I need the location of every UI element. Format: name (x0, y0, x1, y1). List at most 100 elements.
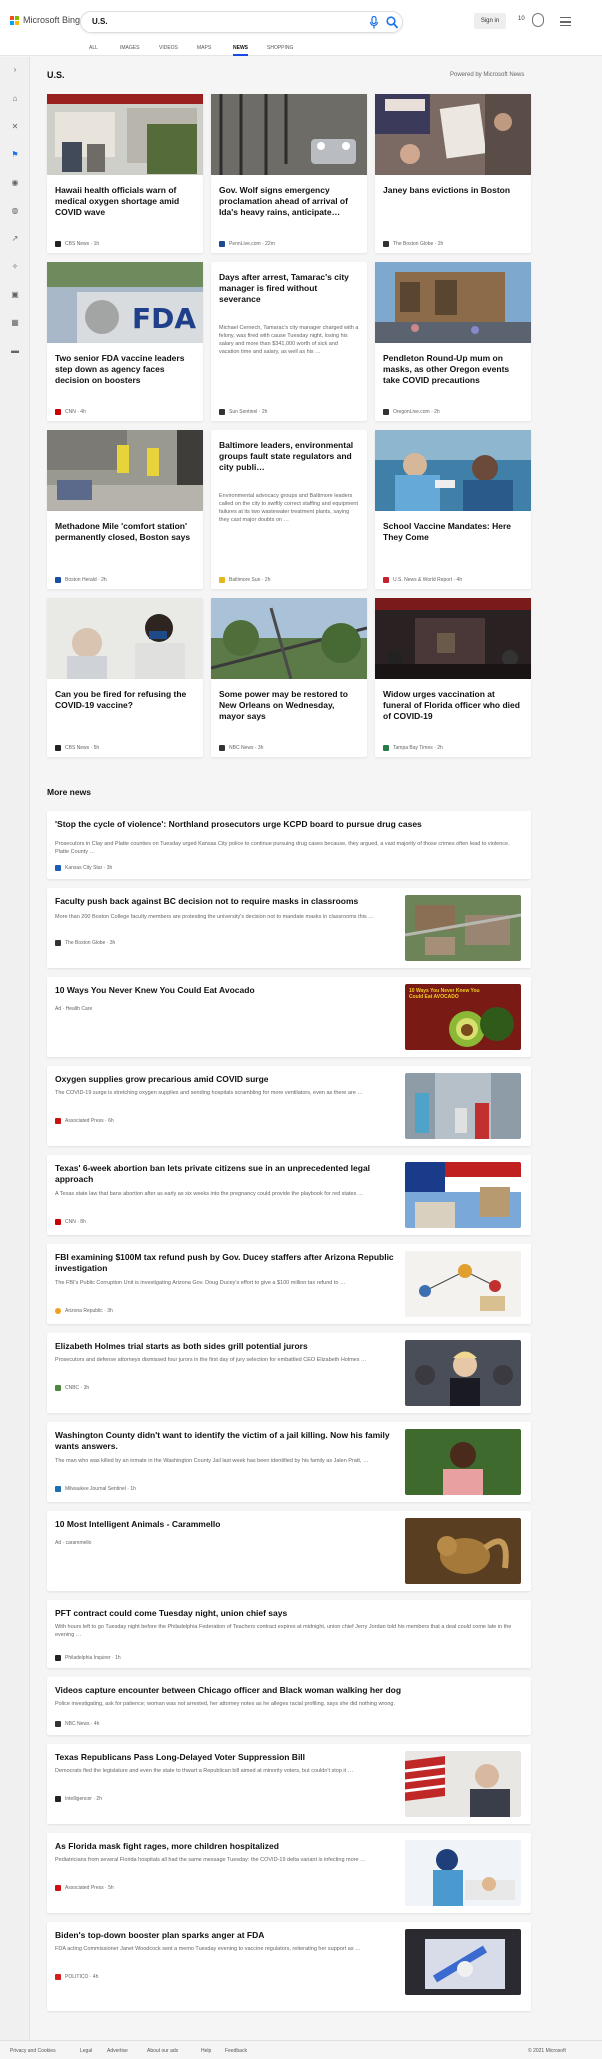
more-news-item[interactable]: Texas Republicans Pass Long-Delayed Vote… (47, 1744, 531, 1824)
item-title[interactable]: Biden's top-down booster plan sparks ang… (55, 1930, 395, 1941)
more-news-item-ad[interactable]: 10 Ways You Never Knew You Could Eat Avo… (47, 977, 531, 1057)
news-card-image[interactable] (211, 598, 367, 679)
item-source: Health Care (65, 1006, 93, 1012)
wallet-icon[interactable]: ▬ (10, 346, 20, 356)
news-card-text[interactable]: Baltimore leaders, environmental groups … (211, 430, 367, 589)
mic-icon[interactable] (369, 16, 379, 29)
flag-icon[interactable]: ⚑ (10, 150, 20, 160)
card-title[interactable]: Two senior FDA vaccine leaders step down… (55, 353, 195, 386)
footer-link-legal[interactable]: Legal (80, 2048, 92, 2054)
science-icon[interactable]: ✧ (10, 262, 20, 272)
card-title[interactable]: Days after arrest, Tamarac's city manage… (219, 272, 359, 305)
card-title[interactable]: School Vaccine Mandates: Here They Come (383, 521, 523, 543)
news-card-text[interactable]: Days after arrest, Tamarac's city manage… (211, 262, 367, 421)
item-title[interactable]: As Florida mask fight rages, more childr… (55, 1841, 395, 1852)
sign-in-button[interactable]: Sign in (474, 13, 506, 29)
more-news-item-ad[interactable]: 10 Most Intelligent Animals - Carammello… (47, 1511, 531, 1591)
footer-link-about-ads[interactable]: About our ads (147, 2048, 178, 2054)
footer-link-privacy[interactable]: Privacy and Cookies (10, 2048, 56, 2054)
item-title[interactable]: Washington County didn't want to identif… (55, 1430, 395, 1452)
news-card-image[interactable] (375, 262, 531, 343)
more-news-item[interactable]: Videos capture encounter between Chicago… (47, 1677, 531, 1735)
item-title[interactable]: Videos capture encounter between Chicago… (55, 1685, 515, 1696)
video-icon[interactable]: ▣ (10, 290, 20, 300)
sports-icon[interactable]: ✕ (10, 122, 20, 132)
footer-link-feedback[interactable]: Feedback (225, 2048, 247, 2054)
more-news-item[interactable]: Faculty push back against BC decision no… (47, 888, 531, 968)
card-title[interactable]: Widow urges vaccination at funeral of Fl… (383, 689, 523, 722)
card-title[interactable]: Methadone Mile 'comfort station' permane… (55, 521, 195, 543)
item-title[interactable]: 10 Ways You Never Knew You Could Eat Avo… (55, 985, 395, 996)
more-news-item[interactable]: Elizabeth Holmes trial starts as both si… (47, 1333, 531, 1413)
source-logo-icon (219, 745, 225, 751)
tab-shopping[interactable]: SHOPPING (267, 45, 293, 51)
tab-images[interactable]: IMAGES (120, 45, 139, 51)
news-card-image[interactable] (47, 94, 203, 175)
trending-icon[interactable]: ↗ (10, 234, 20, 244)
more-news-item[interactable]: Texas' 6-week abortion ban lets private … (47, 1155, 531, 1235)
more-news-item[interactable]: Biden's top-down booster plan sparks ang… (47, 1922, 531, 2011)
more-news-item[interactable]: Washington County didn't want to identif… (47, 1422, 531, 1502)
news-card-image[interactable]: FDA (47, 262, 203, 343)
card-title[interactable]: Baltimore leaders, environmental groups … (219, 440, 359, 473)
card-title[interactable]: Can you be fired for refusing the COVID-… (55, 689, 195, 711)
more-news-item[interactable]: PFT contract could come Tuesday night, u… (47, 1600, 531, 1668)
news-card[interactable]: Can you be fired for refusing the COVID-… (47, 679, 203, 757)
news-card-image[interactable] (375, 598, 531, 679)
item-title[interactable]: Texas Republicans Pass Long-Delayed Vote… (55, 1752, 395, 1763)
card-time: 2h (434, 409, 440, 415)
article-image (375, 598, 531, 679)
item-title[interactable]: 10 Most Intelligent Animals - Carammello (55, 1519, 395, 1530)
more-news-item[interactable]: FBI examining $100M tax refund push by G… (47, 1244, 531, 1324)
item-title[interactable]: Elizabeth Holmes trial starts as both si… (55, 1341, 395, 1352)
money-icon[interactable]: ▦ (10, 318, 20, 328)
world-icon[interactable]: ◍ (10, 206, 20, 216)
sidebar: › ⌂ ✕ ⚑ ◉ ◍ ↗ ✧ ▣ ▦ ▬ (0, 57, 30, 2059)
item-title[interactable]: 'Stop the cycle of violence': Northland … (55, 819, 515, 830)
menu-icon[interactable] (560, 17, 571, 26)
card-title[interactable]: Pendleton Round-Up mum on masks, as othe… (383, 353, 523, 386)
card-title[interactable]: Some power may be restored to New Orlean… (219, 689, 359, 722)
news-card[interactable]: Methadone Mile 'comfort station' permane… (47, 511, 203, 589)
location-icon[interactable]: ◉ (10, 178, 20, 188)
source-logo-icon (55, 1974, 61, 1980)
news-card-image[interactable] (375, 94, 531, 175)
news-card[interactable]: School Vaccine Mandates: Here They Come … (375, 511, 531, 589)
news-card[interactable]: Hawaii health officials warn of medical … (47, 175, 203, 253)
tab-maps[interactable]: MAPS (197, 45, 211, 51)
home-icon[interactable]: ⌂ (10, 94, 20, 104)
tab-all[interactable]: ALL (89, 45, 98, 51)
search-input[interactable]: U.S. (92, 17, 108, 26)
more-news-item[interactable]: As Florida mask fight rages, more childr… (47, 1833, 531, 1913)
item-title[interactable]: Texas' 6-week abortion ban lets private … (55, 1163, 395, 1185)
card-title[interactable]: Janey bans evictions in Boston (383, 185, 523, 196)
more-news-item[interactable]: 'Stop the cycle of violence': Northland … (47, 811, 531, 879)
rewards-trophy-icon[interactable] (532, 13, 544, 27)
item-title[interactable]: Oxygen supplies grow precarious amid COV… (55, 1074, 395, 1085)
card-title[interactable]: Gov. Wolf signs emergency proclamation a… (219, 185, 359, 218)
expand-icon[interactable]: › (10, 65, 20, 75)
footer-link-help[interactable]: Help (201, 2048, 211, 2054)
bing-logo[interactable]: Microsoft Bing (10, 15, 80, 25)
news-card[interactable]: Janey bans evictions in Boston The Bosto… (375, 175, 531, 253)
item-title[interactable]: Faculty push back against BC decision no… (55, 896, 395, 907)
footer-link-advertise[interactable]: Advertise (107, 2048, 128, 2054)
news-card[interactable]: Two senior FDA vaccine leaders step down… (47, 343, 203, 421)
card-title[interactable]: Hawaii health officials warn of medical … (55, 185, 195, 218)
news-card-image[interactable] (375, 430, 531, 511)
tab-news[interactable]: NEWS (233, 45, 248, 51)
item-title[interactable]: FBI examining $100M tax refund push by G… (55, 1252, 395, 1274)
more-news-item[interactable]: Oxygen supplies grow precarious amid COV… (47, 1066, 531, 1146)
news-card-image[interactable] (47, 430, 203, 511)
news-card-image[interactable] (211, 94, 367, 175)
news-card[interactable]: Widow urges vaccination at funeral of Fl… (375, 679, 531, 757)
item-title[interactable]: PFT contract could come Tuesday night, u… (55, 1608, 515, 1619)
news-card[interactable]: Gov. Wolf signs emergency proclamation a… (211, 175, 367, 253)
news-card-image[interactable] (47, 598, 203, 679)
tab-videos[interactable]: VIDEOS (159, 45, 178, 51)
search-icon[interactable] (386, 16, 398, 29)
rewards-count[interactable]: 10 (518, 16, 525, 22)
news-card[interactable]: Some power may be restored to New Orlean… (211, 679, 367, 757)
news-card[interactable]: Pendleton Round-Up mum on masks, as othe… (375, 343, 531, 421)
search-box[interactable]: U.S. (80, 11, 403, 33)
